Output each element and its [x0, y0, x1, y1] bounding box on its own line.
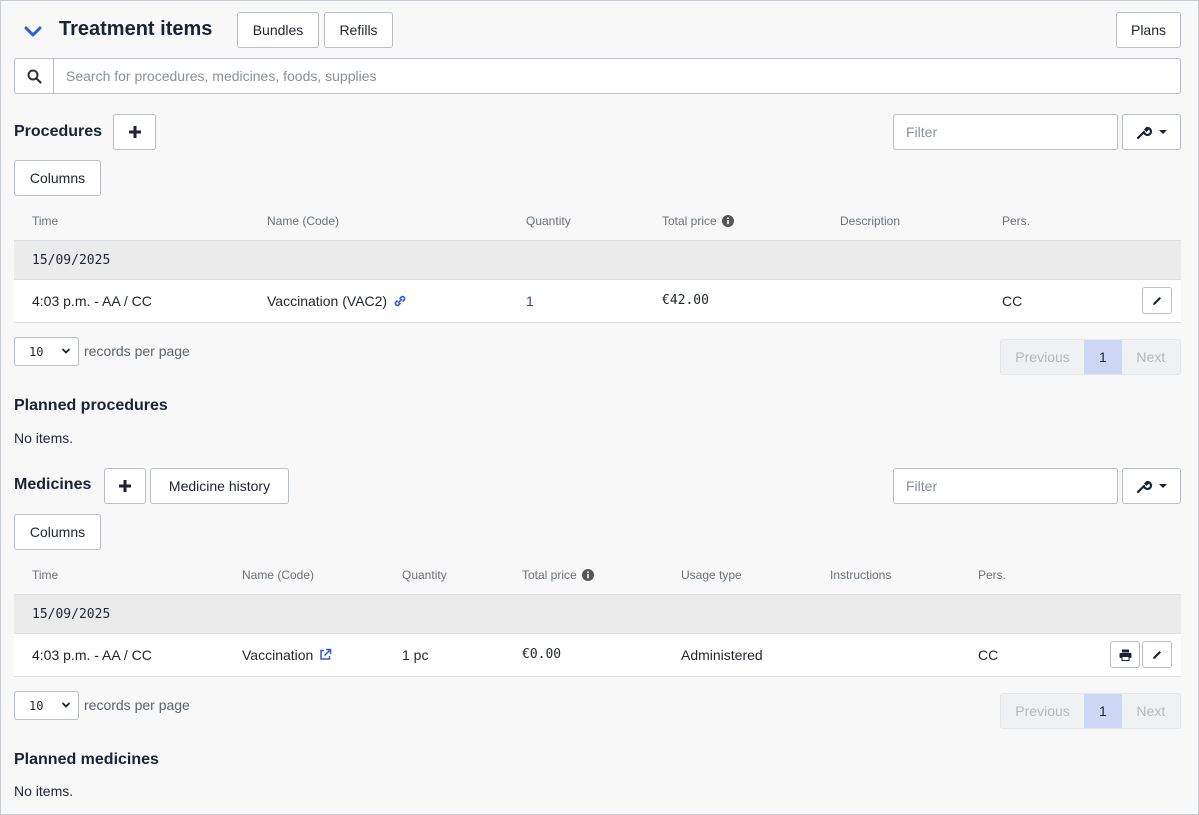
col-time[interactable]: Time — [32, 568, 58, 582]
caret-down-icon — [1158, 484, 1167, 488]
row-pers: CC — [1002, 293, 1023, 309]
page-size-value: 10 — [29, 344, 44, 359]
col-total-price-label: Total price — [522, 568, 577, 582]
row-usage-type: Administered — [681, 647, 763, 663]
info-icon[interactable] — [582, 569, 595, 581]
col-name-code[interactable]: Name (Code) — [242, 568, 314, 582]
pencil-icon — [1153, 650, 1161, 659]
procedures-tools-dropdown[interactable] — [1122, 114, 1181, 150]
pencil-icon — [1153, 296, 1161, 305]
search-bar — [14, 58, 1181, 94]
row-quantity: 1 pc — [402, 647, 429, 663]
col-quantity[interactable]: Quantity — [526, 214, 571, 228]
row-total-price: €0.00 — [522, 647, 562, 662]
plus-icon — [128, 126, 141, 138]
external-link-icon[interactable] — [319, 648, 332, 661]
add-medicine-button[interactable] — [104, 468, 146, 504]
printer-icon — [1119, 649, 1131, 661]
next-page-button[interactable]: Next — [1121, 694, 1180, 728]
edit-button[interactable] — [1142, 641, 1172, 668]
planned-medicines-title: Planned medicines — [14, 751, 159, 768]
medicine-history-button[interactable]: Medicine history — [150, 468, 289, 504]
link-icon[interactable] — [393, 295, 407, 307]
col-usage-type[interactable]: Usage type — [681, 568, 742, 582]
wrench-icon — [1136, 126, 1152, 140]
row-quantity: 1 — [526, 293, 534, 309]
previous-page-button[interactable]: Previous — [1001, 694, 1085, 728]
row-total-price: €42.00 — [662, 293, 709, 308]
medicines-columns-button[interactable]: Columns — [14, 514, 101, 550]
search-input[interactable] — [54, 59, 1180, 93]
page-size-value: 10 — [29, 698, 44, 713]
edit-button[interactable] — [1142, 287, 1172, 314]
row-name-label: Vaccination (VAC2) — [267, 293, 388, 309]
next-page-button[interactable]: Next — [1121, 340, 1180, 374]
planned-procedures-title: Planned procedures — [14, 397, 168, 414]
procedures-columns-button[interactable]: Columns — [14, 160, 101, 196]
col-total-price-label: Total price — [662, 214, 717, 228]
date-group-row: 15/09/2025 — [14, 594, 1181, 634]
medicines-title: Medicines — [14, 476, 92, 493]
date-group-label: 15/09/2025 — [32, 607, 111, 622]
planned-medicines-empty: No items. — [14, 783, 74, 799]
collapse-chevron-icon[interactable] — [24, 25, 42, 39]
search-icon — [15, 59, 54, 93]
add-procedure-button[interactable] — [113, 114, 156, 150]
procedures-filter-input[interactable] — [893, 114, 1118, 150]
procedures-pagination: Previous 1 Next — [1000, 339, 1181, 375]
wrench-icon — [1136, 480, 1152, 494]
col-quantity[interactable]: Quantity — [402, 568, 447, 582]
table-row: 4:03 p.m. - AA / CC Vaccination 1 pc €0.… — [14, 634, 1181, 677]
row-time: 4:03 p.m. - AA / CC — [32, 293, 152, 309]
chevron-down-icon — [61, 348, 71, 354]
bundles-button[interactable]: Bundles — [237, 12, 319, 48]
medicines-page-size-select[interactable]: 10 — [14, 691, 79, 720]
previous-page-button[interactable]: Previous — [1001, 340, 1085, 374]
row-name-label: Vaccination — [242, 647, 314, 663]
col-instructions[interactable]: Instructions — [830, 568, 891, 582]
row-pers: CC — [978, 647, 999, 663]
treatment-items-panel: Treatment items Bundles Refills Plans Pr… — [0, 0, 1199, 815]
col-total-price[interactable]: Total price — [662, 214, 735, 228]
medicines-filter-input[interactable] — [893, 468, 1118, 504]
records-per-page-label: records per page — [84, 697, 190, 713]
col-total-price[interactable]: Total price — [522, 568, 595, 582]
col-pers[interactable]: Pers. — [978, 568, 1006, 582]
col-name-code[interactable]: Name (Code) — [267, 214, 339, 228]
records-per-page-label: records per page — [84, 343, 190, 359]
print-button[interactable] — [1110, 641, 1140, 668]
plus-icon — [119, 480, 131, 492]
planned-procedures-empty: No items. — [14, 430, 74, 446]
date-group-row: 15/09/2025 — [14, 240, 1181, 280]
refills-button[interactable]: Refills — [324, 12, 393, 48]
medicines-tools-dropdown[interactable] — [1122, 468, 1181, 504]
row-name[interactable]: Vaccination — [242, 647, 332, 663]
current-page-button[interactable]: 1 — [1084, 694, 1122, 728]
table-row: 4:03 p.m. - AA / CC Vaccination (VAC2) 1… — [14, 280, 1181, 323]
col-description[interactable]: Description — [840, 214, 900, 228]
medicines-pagination: Previous 1 Next — [1000, 693, 1181, 729]
row-time: 4:03 p.m. - AA / CC — [32, 647, 152, 663]
procedures-page-size-select[interactable]: 10 — [14, 337, 79, 366]
procedures-title: Procedures — [14, 123, 103, 140]
chevron-down-icon — [61, 702, 71, 708]
row-name[interactable]: Vaccination (VAC2) — [267, 293, 407, 309]
plans-button[interactable]: Plans — [1116, 12, 1181, 48]
date-group-label: 15/09/2025 — [32, 253, 111, 268]
col-pers[interactable]: Pers. — [1002, 214, 1030, 228]
caret-down-icon — [1158, 130, 1167, 134]
col-time[interactable]: Time — [32, 214, 58, 228]
info-icon[interactable] — [722, 215, 735, 227]
current-page-button[interactable]: 1 — [1084, 340, 1122, 374]
page-title: Treatment items — [59, 18, 213, 40]
